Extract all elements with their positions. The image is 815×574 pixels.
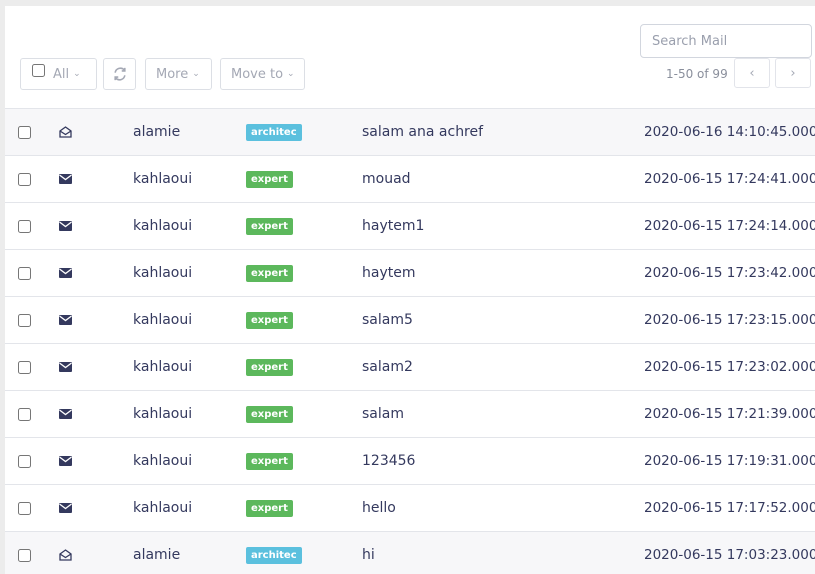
envelope-open-icon	[57, 532, 73, 574]
mail-row[interactable]: kahlaoui expert 123456 2020-06-15 17:19:31.…	[5, 437, 815, 484]
mail-date: 2020-06-15 17:24:41.000000	[644, 171, 815, 187]
mail-toolbar: All ⌄ More ⌄ Move to ⌄ 1-50 of 99 ‹	[5, 6, 815, 108]
mail-sender: kahlaoui	[133, 218, 193, 234]
mail-row[interactable]: kahlaoui expert salam2 2020-06-15 17:23:02.…	[5, 343, 815, 390]
mail-subject[interactable]: salam5	[362, 297, 413, 343]
mail-sender: kahlaoui	[133, 171, 193, 187]
row-checkbox[interactable]	[18, 360, 31, 374]
move-to-dropdown[interactable]: Move to ⌄	[220, 58, 305, 90]
mail-sender: kahlaoui	[133, 359, 193, 375]
mail-subject[interactable]: haytem	[362, 250, 415, 296]
row-checkbox[interactable]	[18, 548, 31, 562]
mail-date: 2020-06-16 14:10:45.000000	[644, 124, 815, 140]
next-page-button[interactable]: ›	[775, 58, 811, 88]
mail-subject[interactable]: hello	[362, 485, 396, 531]
refresh-icon	[113, 67, 127, 81]
refresh-button[interactable]	[103, 58, 136, 90]
row-checkbox[interactable]	[18, 219, 31, 233]
envelope-icon	[57, 485, 73, 531]
mail-row[interactable]: kahlaoui expert salam5 2020-06-15 17:23:15.…	[5, 296, 815, 343]
tag-badge: architec	[246, 123, 302, 141]
envelope-icon	[57, 391, 73, 437]
more-label: More	[156, 66, 189, 82]
mail-subject[interactable]: salam ana achref	[362, 109, 483, 155]
mail-subject[interactable]: salam	[362, 391, 404, 437]
more-dropdown[interactable]: More ⌄	[145, 58, 212, 90]
mail-row[interactable]: alamie architec salam ana achref 2020-06-16…	[5, 108, 815, 155]
mail-row[interactable]: kahlaoui expert haytem 2020-06-15 17:23:42.…	[5, 249, 815, 296]
mail-row[interactable]: alamie architec hi 2020-06-15 17:03:23.0000…	[5, 531, 815, 574]
row-checkbox[interactable]	[18, 313, 31, 327]
row-checkbox[interactable]	[18, 266, 31, 280]
tag-badge: expert	[246, 217, 293, 235]
envelope-icon	[57, 438, 73, 484]
select-all-label: All	[53, 66, 70, 82]
mail-row[interactable]: kahlaoui expert salam 2020-06-15 17:21:39.0…	[5, 390, 815, 437]
pagination-info: 1-50 of 99	[666, 67, 728, 81]
mail-subject[interactable]: salam2	[362, 344, 413, 390]
mail-subject[interactable]: haytem1	[362, 203, 424, 249]
tag-badge: expert	[246, 311, 293, 329]
mail-date: 2020-06-15 17:23:42.000000	[644, 265, 815, 281]
mail-panel: All ⌄ More ⌄ Move to ⌄ 1-50 of 99 ‹	[5, 6, 815, 574]
tag-badge: expert	[246, 358, 293, 376]
row-checkbox[interactable]	[18, 172, 31, 186]
select-all-checkbox[interactable]	[32, 63, 45, 77]
mail-date: 2020-06-15 17:21:39.000000	[644, 406, 815, 422]
chevron-down-icon: ⌄	[73, 69, 81, 79]
envelope-icon	[57, 203, 73, 249]
envelope-open-icon	[57, 109, 73, 155]
tag-badge: expert	[246, 405, 293, 423]
mail-date: 2020-06-15 17:17:52.000000	[644, 500, 815, 516]
envelope-icon	[57, 156, 73, 202]
mail-date: 2020-06-15 17:03:23.000000	[644, 547, 815, 563]
move-to-label: Move to	[231, 66, 284, 82]
row-checkbox[interactable]	[18, 454, 31, 468]
mail-date: 2020-06-15 17:19:31.000000	[644, 453, 815, 469]
mail-subject[interactable]: 123456	[362, 438, 415, 484]
previous-page-button[interactable]: ‹	[734, 58, 770, 88]
mail-subject[interactable]: mouad	[362, 156, 411, 202]
mail-date: 2020-06-15 17:23:02.000000	[644, 359, 815, 375]
envelope-icon	[57, 250, 73, 296]
tag-badge: expert	[246, 170, 293, 188]
mail-list: alamie architec salam ana achref 2020-06-16…	[5, 108, 815, 574]
mail-sender: kahlaoui	[133, 265, 193, 281]
envelope-icon	[57, 344, 73, 390]
mail-date: 2020-06-15 17:24:14.000000	[644, 218, 815, 234]
search-input[interactable]	[640, 24, 812, 58]
chevron-right-icon: ›	[790, 65, 796, 81]
chevron-down-icon: ⌄	[287, 69, 295, 79]
chevron-down-icon: ⌄	[192, 69, 200, 79]
mail-sender: kahlaoui	[133, 406, 193, 422]
select-all-button[interactable]: All ⌄	[20, 58, 97, 90]
chevron-left-icon: ‹	[749, 65, 755, 81]
mail-sender: alamie	[133, 547, 181, 563]
tag-badge: architec	[246, 546, 302, 564]
row-checkbox[interactable]	[18, 407, 31, 421]
envelope-icon	[57, 297, 73, 343]
mail-row[interactable]: kahlaoui expert haytem1 2020-06-15 17:24:14…	[5, 202, 815, 249]
tag-badge: expert	[246, 499, 293, 517]
tag-badge: expert	[246, 452, 293, 470]
mail-row[interactable]: kahlaoui expert hello 2020-06-15 17:17:52.0…	[5, 484, 815, 531]
mail-row[interactable]: kahlaoui expert mouad 2020-06-15 17:24:41.0…	[5, 155, 815, 202]
tag-badge: expert	[246, 264, 293, 282]
mail-subject[interactable]: hi	[362, 532, 375, 574]
row-checkbox[interactable]	[18, 125, 31, 139]
row-checkbox[interactable]	[18, 501, 31, 515]
mail-date: 2020-06-15 17:23:15.000000	[644, 312, 815, 328]
mail-sender: alamie	[133, 124, 181, 140]
mail-sender: kahlaoui	[133, 500, 193, 516]
mail-sender: kahlaoui	[133, 312, 193, 328]
mail-sender: kahlaoui	[133, 453, 193, 469]
